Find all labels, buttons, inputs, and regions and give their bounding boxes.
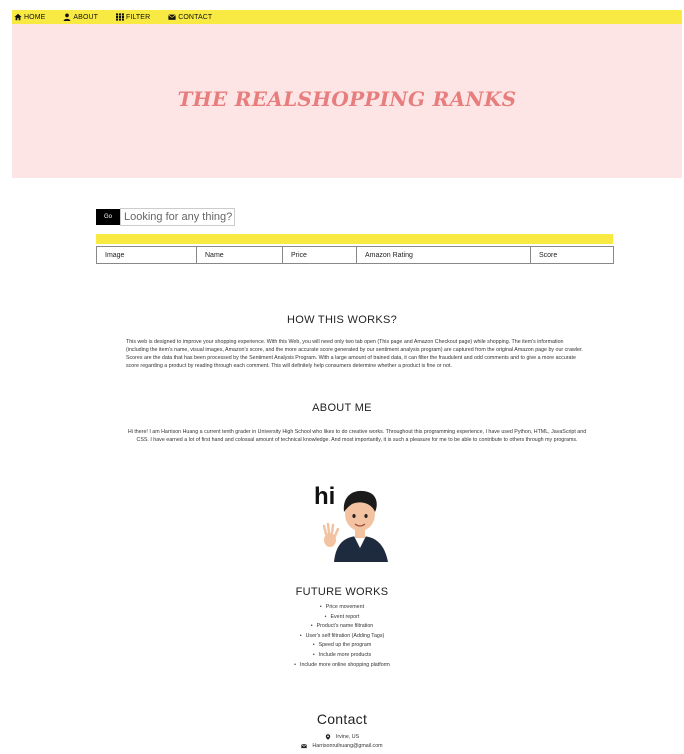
contact-email: Harrisonruihuang@gmail.com <box>0 743 684 749</box>
column-header-name: Name <box>196 246 283 264</box>
nav-contact-label: CONTACT <box>178 13 213 21</box>
nav-home[interactable]: HOME <box>14 13 45 21</box>
nav-contact[interactable]: CONTACT <box>168 13 212 21</box>
envelope-icon <box>168 14 177 20</box>
column-header-price: Price <box>282 246 357 264</box>
go-button[interactable]: Go <box>96 209 120 225</box>
nav-home-label: HOME <box>24 13 46 21</box>
about-text: Hi there! I am Harrison Huang a current … <box>127 429 587 443</box>
results-table-bar <box>96 234 613 244</box>
list-item: Event report <box>0 613 684 623</box>
top-nav: HOME ABOUT FILTER CONTACT <box>12 10 682 24</box>
list-item: User's self filtration (Adding Tags) <box>0 632 684 642</box>
results-table: Image Name Price Amazon Rating Score <box>96 246 614 264</box>
home-icon <box>14 13 22 21</box>
map-marker-icon <box>325 734 331 740</box>
contact-location: Irvine, US <box>0 734 684 740</box>
list-item: Price movement <box>0 603 684 613</box>
avatar-illustration: hi <box>314 483 388 562</box>
list-item: Include more online shopping platform <box>0 661 684 671</box>
user-icon <box>64 13 71 21</box>
envelope-icon <box>301 744 308 749</box>
list-item: Include more products <box>0 651 684 661</box>
hero-title: THE REALSHOPPING RANKS <box>177 87 517 111</box>
nav-about[interactable]: ABOUT <box>63 13 98 21</box>
nav-filter-label: FILTER <box>126 13 151 21</box>
column-header-score: Score <box>530 246 614 264</box>
table-header-row: Image Name Price Amazon Rating Score <box>96 246 614 264</box>
list-item: Product's name filtration <box>0 622 684 632</box>
grid-icon <box>116 13 125 21</box>
hero-banner: THE REALSHOPPING RANKS <box>12 24 682 178</box>
future-list: Price movement Event report Product's na… <box>0 603 684 670</box>
contact-email-text[interactable]: Harrisonruihuang@gmail.com <box>312 743 382 749</box>
how-text: This web is designed to improve your sho… <box>126 339 583 369</box>
list-item: Speed up the program <box>0 641 684 651</box>
column-header-amazon-rating: Amazon Rating <box>356 246 531 264</box>
nav-filter[interactable]: FILTER <box>116 13 150 21</box>
about-title: ABOUT ME <box>312 402 372 414</box>
search-input[interactable] <box>120 208 235 226</box>
future-title: FUTURE WORKS <box>295 586 389 598</box>
nav-about-label: ABOUT <box>73 13 99 21</box>
column-header-image: Image <box>96 246 197 264</box>
how-title: HOW THIS WORKS? <box>286 314 398 326</box>
contact-location-text: Irvine, US <box>335 734 360 740</box>
contact-title: Contact <box>316 711 368 727</box>
avatar-hi-text: hi <box>314 483 335 510</box>
